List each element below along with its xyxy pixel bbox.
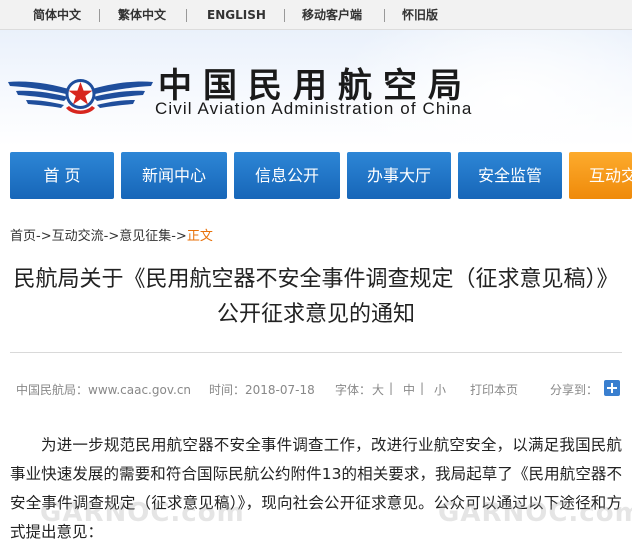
article-source: 中国民航局：www.caac.gov.cn bbox=[16, 383, 192, 397]
nav-tab-info-disclosure[interactable]: 信息公开 bbox=[234, 152, 340, 199]
meta-divider: | bbox=[389, 381, 394, 395]
breadcrumb-separator: -> bbox=[171, 229, 187, 244]
breadcrumb-home-link[interactable]: 首页 bbox=[10, 229, 36, 244]
breadcrumb-interaction-link[interactable]: 互动交流 bbox=[52, 229, 104, 244]
article-title: 民航局关于《民用航空器不安全事件调查规定（征求意见稿）》公开征求意见的通知 bbox=[13, 267, 619, 327]
nav-tab-safety-supervision[interactable]: 安全监管 bbox=[458, 152, 562, 199]
watermark-left: GARNOC.com bbox=[40, 498, 245, 528]
article-time: 时间：2018-07-18 bbox=[209, 381, 315, 398]
share-plus-icon[interactable] bbox=[604, 380, 620, 396]
nav-tab-interaction[interactable]: 互动交 bbox=[569, 152, 632, 199]
article-body-paragraph: 为进一步规范民用航空器不安全事件调查工作，改进行业航空安全，以满足我国民航事业快… bbox=[10, 436, 622, 541]
breadcrumb-current: 正文 bbox=[186, 229, 213, 244]
lang-english-link[interactable]: ENGLISH bbox=[207, 0, 266, 30]
time-value: 2018-07-18 bbox=[245, 383, 315, 397]
title-divider bbox=[10, 352, 622, 353]
time-label: 时间： bbox=[209, 383, 246, 397]
font-size-medium-button[interactable]: 中 bbox=[403, 381, 415, 398]
breadcrumb-separator: -> bbox=[103, 229, 120, 244]
breadcrumb-separator: -> bbox=[36, 229, 52, 244]
topbar-divider bbox=[284, 9, 285, 22]
language-bar: 简体中文 繁体中文 ENGLISH 移动客户端 怀旧版 bbox=[0, 0, 632, 30]
main-nav: 首 页 新闻中心 信息公开 办事大厅 安全监管 互动交 bbox=[0, 152, 632, 199]
font-size-large-button[interactable]: 大 bbox=[372, 381, 384, 398]
lang-traditional-link[interactable]: 繁体中文 bbox=[118, 0, 166, 30]
font-size-small-button[interactable]: 小 bbox=[434, 381, 446, 398]
share-label: 分享到： bbox=[550, 383, 599, 397]
nav-tab-home[interactable]: 首 页 bbox=[10, 152, 114, 199]
print-page-link[interactable]: 打印本页 bbox=[470, 381, 518, 398]
topbar-divider bbox=[99, 9, 100, 22]
site-header: 中国民用航空局 Civil Aviation Administration of… bbox=[0, 30, 632, 146]
topbar-divider bbox=[186, 9, 187, 22]
watermark-right: GARNOC.com bbox=[438, 498, 632, 528]
site-title-english: Civil Aviation Administration of China bbox=[155, 99, 473, 118]
meta-divider: | bbox=[420, 381, 425, 395]
breadcrumb: 首页->互动交流->意见征集->正文 bbox=[10, 225, 213, 244]
nav-tab-services[interactable]: 办事大厅 bbox=[347, 152, 451, 199]
caac-logo-icon[interactable] bbox=[8, 60, 153, 120]
lang-simplified-link[interactable]: 简体中文 bbox=[33, 0, 81, 30]
breadcrumb-opinions-link[interactable]: 意见征集 bbox=[119, 229, 171, 244]
font-size-label: 字体： bbox=[335, 383, 372, 397]
topbar-divider bbox=[384, 9, 385, 22]
classic-version-link[interactable]: 怀旧版 bbox=[402, 0, 438, 30]
nav-tab-news[interactable]: 新闻中心 bbox=[121, 152, 227, 199]
mobile-client-link[interactable]: 移动客户端 bbox=[302, 0, 362, 30]
